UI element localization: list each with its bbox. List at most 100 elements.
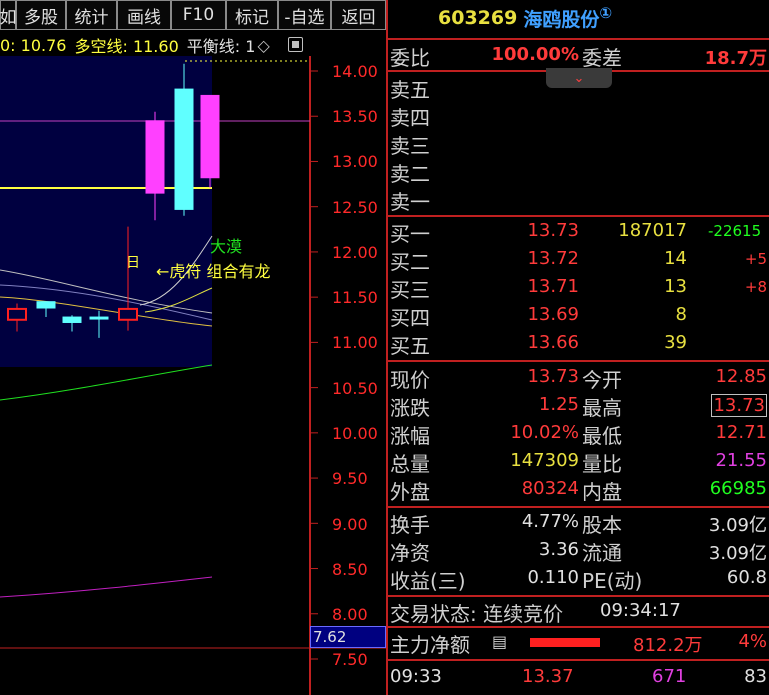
- stat-label: 换手: [390, 513, 430, 537]
- divider: [388, 360, 769, 362]
- stats-row: 现价 13.73 今开 12.85: [388, 364, 769, 392]
- candle-body: [200, 94, 220, 179]
- stat-value: 60.8: [726, 567, 767, 588]
- indicator-pingheng-line: 平衡线: 1: [186, 37, 256, 56]
- kline-canvas[interactable]: [0, 0, 386, 695]
- buy-volume: 39: [664, 332, 687, 353]
- stat-label: 最低: [582, 424, 622, 448]
- indicator-readout: 0: 10.76 多空线: 11.60 平衡线: 1 ◇: [0, 34, 310, 56]
- divider: [388, 595, 769, 597]
- buy-row[interactable]: 买二 13.72 14 +5: [388, 246, 769, 274]
- sell-label: 卖二: [390, 162, 430, 186]
- toolbar-button-stats[interactable]: 统计: [66, 0, 117, 30]
- buy-price: 13.71: [527, 276, 579, 297]
- divider: [388, 659, 769, 661]
- sell-row: 卖四: [388, 102, 769, 130]
- chart-toolbar: 如 多股 统计 画线 F10 标记 -自选 返回: [0, 0, 386, 30]
- window-toggle-icon[interactable]: [288, 37, 303, 52]
- stat-label: 外盘: [390, 480, 430, 504]
- buy-row[interactable]: 买五 13.66 39: [388, 330, 769, 358]
- stat-value: 80324: [521, 478, 579, 499]
- trade-status-time: 09:34:17: [600, 600, 681, 621]
- cursor-price-box: 7.62: [310, 626, 386, 648]
- toolbar-button-f10[interactable]: F10: [171, 0, 226, 30]
- stat-value: 1.25: [538, 394, 579, 415]
- buy-row[interactable]: 买四 13.69 8: [388, 302, 769, 330]
- stat-label: 量比: [582, 452, 622, 476]
- toolbar-button-remove-favorite[interactable]: -自选: [278, 0, 331, 30]
- sell-row: 卖一: [388, 186, 769, 214]
- stat-value: 21.55: [715, 450, 767, 471]
- sell-row: 卖二: [388, 158, 769, 186]
- divider: [388, 38, 769, 40]
- green-ma-line: [0, 364, 213, 401]
- stat-label: 最高: [582, 396, 622, 420]
- indicator-value-prefix: 0: 10.76: [0, 35, 67, 55]
- list-icon[interactable]: ▤: [492, 632, 507, 651]
- net-flow-pct: 4%: [738, 631, 767, 652]
- buy-label: 买一: [390, 222, 430, 246]
- stats-row: 涨幅 10.02% 最低 12.71: [388, 420, 769, 448]
- buy-change: -22615: [708, 222, 762, 240]
- tick-price: 13.37: [522, 666, 574, 687]
- quote-panel: 603269 海鸥股份 ① 委比 100.00% 委差 18.7万 ⌄ 卖五 卖…: [386, 0, 769, 695]
- stat-label: 股本: [582, 513, 622, 537]
- stats-row: 换手 4.77% 股本 3.09亿: [388, 509, 769, 537]
- buy-volume: 8: [675, 304, 687, 325]
- stats-row: 涨跌 1.25 最高 13.73: [388, 392, 769, 420]
- buy-volume: 14: [664, 248, 687, 269]
- weidiff-label: 委差: [582, 46, 622, 70]
- toolbar-button-back[interactable]: 返回: [331, 0, 386, 30]
- toolbar-button-mark[interactable]: 标记: [226, 0, 278, 30]
- sell-row: 卖三: [388, 130, 769, 158]
- buy-row[interactable]: 买三 13.71 13 +8: [388, 274, 769, 302]
- buy-price: 13.66: [527, 332, 579, 353]
- buy-price: 13.73: [527, 220, 579, 241]
- y-label: 9.50: [332, 469, 368, 488]
- stat-value: 3.09亿: [708, 543, 767, 564]
- stat-value: 3.09亿: [708, 515, 767, 536]
- tick-row: 09:33 13.37 671 83: [388, 664, 769, 692]
- buy-change: +8: [744, 278, 767, 296]
- stats-row: 总量 147309 量比 21.55: [388, 448, 769, 476]
- sell-label: 卖一: [390, 190, 430, 214]
- net-flow-label: 主力净额: [390, 633, 470, 657]
- stat-label: 涨跌: [390, 396, 430, 420]
- y-label: 11.50: [332, 288, 378, 307]
- stat-label: 涨幅: [390, 424, 430, 448]
- toolbar-button-multi-stock[interactable]: 多股: [16, 0, 66, 30]
- stock-title: 603269 海鸥股份 ①: [388, 0, 769, 36]
- net-flow-bar: [530, 638, 600, 647]
- kline-chart-area[interactable]: 如 多股 统计 画线 F10 标记 -自选 返回 0: 10.76 多空线: 1…: [0, 0, 386, 695]
- sell-label: 卖四: [390, 106, 430, 130]
- y-label: 10.00: [332, 424, 378, 443]
- toolbar-button-draw[interactable]: 画线: [117, 0, 171, 30]
- stat-value: 12.71: [715, 422, 767, 443]
- divider: [388, 215, 769, 217]
- indicator-duokong-line: 多空线: 11.60: [74, 37, 179, 56]
- candle-body: [118, 307, 138, 321]
- stats-row: 收益(三) 0.110 PE(动) 60.8: [388, 565, 769, 593]
- y-label: 8.00: [332, 605, 368, 624]
- weibi-label: 委比: [390, 46, 430, 70]
- diamond-icon: ◇: [257, 35, 270, 55]
- stat-value: 3.36: [538, 539, 579, 560]
- divider: [388, 626, 769, 628]
- sell-label: 卖五: [390, 78, 430, 102]
- y-label: 11.00: [332, 333, 378, 352]
- y-label: 13.00: [332, 152, 378, 171]
- trade-status-label: 交易状态: 连续竞价: [390, 602, 564, 626]
- stat-value: 10.02%: [510, 422, 579, 443]
- y-label: 7.50: [332, 650, 368, 669]
- y-label: 10.50: [332, 379, 378, 398]
- stat-value: 13.73: [527, 366, 579, 387]
- y-label: 12.00: [332, 243, 378, 262]
- y-label: 8.50: [332, 560, 368, 579]
- sell-label: 卖三: [390, 134, 430, 158]
- toolbar-button-ru[interactable]: 如: [0, 0, 17, 30]
- buy-row[interactable]: 买一 13.73 187017 -22615: [388, 218, 769, 246]
- candle-body: [89, 316, 109, 320]
- annotation-hu-fu: ←虎符 组合有龙: [156, 262, 271, 281]
- buy-price: 13.72: [527, 248, 579, 269]
- stats-row: 净资 3.36 流通 3.09亿: [388, 537, 769, 565]
